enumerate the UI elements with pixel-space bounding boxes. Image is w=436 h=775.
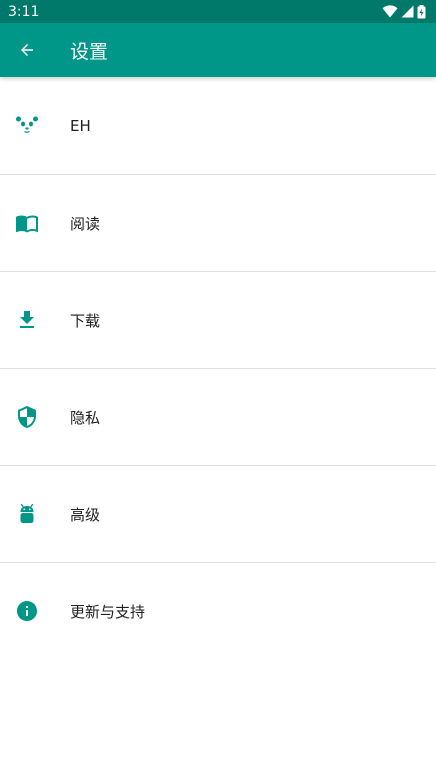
- wifi-icon: [382, 5, 398, 18]
- item-icon-container: [0, 114, 54, 138]
- settings-item-eh[interactable]: EH: [0, 78, 436, 175]
- cellular-signal-icon: [401, 5, 414, 18]
- status-bar: 3:11: [0, 0, 436, 23]
- settings-item-label: EH: [70, 117, 91, 135]
- app-bar: 设置: [0, 23, 436, 77]
- item-icon-container: [0, 308, 54, 332]
- settings-item-update-support[interactable]: 更新与支持: [0, 563, 436, 659]
- settings-list: EH 阅读 下载 隐私 高级 更新与支持: [0, 78, 436, 659]
- settings-item-label: 高级: [70, 505, 101, 524]
- info-icon: [17, 601, 37, 621]
- item-icon-container: [0, 502, 54, 526]
- android-icon: [20, 503, 34, 523]
- shield-icon: [18, 406, 36, 428]
- item-icon-container: [0, 599, 54, 623]
- page-title: 设置: [70, 40, 109, 63]
- item-icon-container: [0, 405, 54, 429]
- back-button[interactable]: [0, 23, 54, 77]
- status-icons: [382, 4, 426, 19]
- status-time: 3:11: [8, 3, 40, 20]
- settings-item-label: 下载: [70, 311, 101, 330]
- settings-item-privacy[interactable]: 隐私: [0, 369, 436, 466]
- arrow-back-icon: [21, 44, 33, 56]
- settings-item-label: 阅读: [70, 214, 101, 233]
- settings-item-label: 更新与支持: [70, 602, 146, 621]
- download-icon: [20, 311, 34, 328]
- item-icon-container: [0, 211, 54, 235]
- panda-icon: [16, 116, 38, 133]
- settings-item-reading[interactable]: 阅读: [0, 175, 436, 272]
- settings-item-label: 隐私: [70, 408, 101, 427]
- settings-item-download[interactable]: 下载: [0, 272, 436, 369]
- battery-icon: [417, 4, 426, 18]
- book-open-icon: [16, 215, 38, 233]
- settings-item-advanced[interactable]: 高级: [0, 466, 436, 563]
